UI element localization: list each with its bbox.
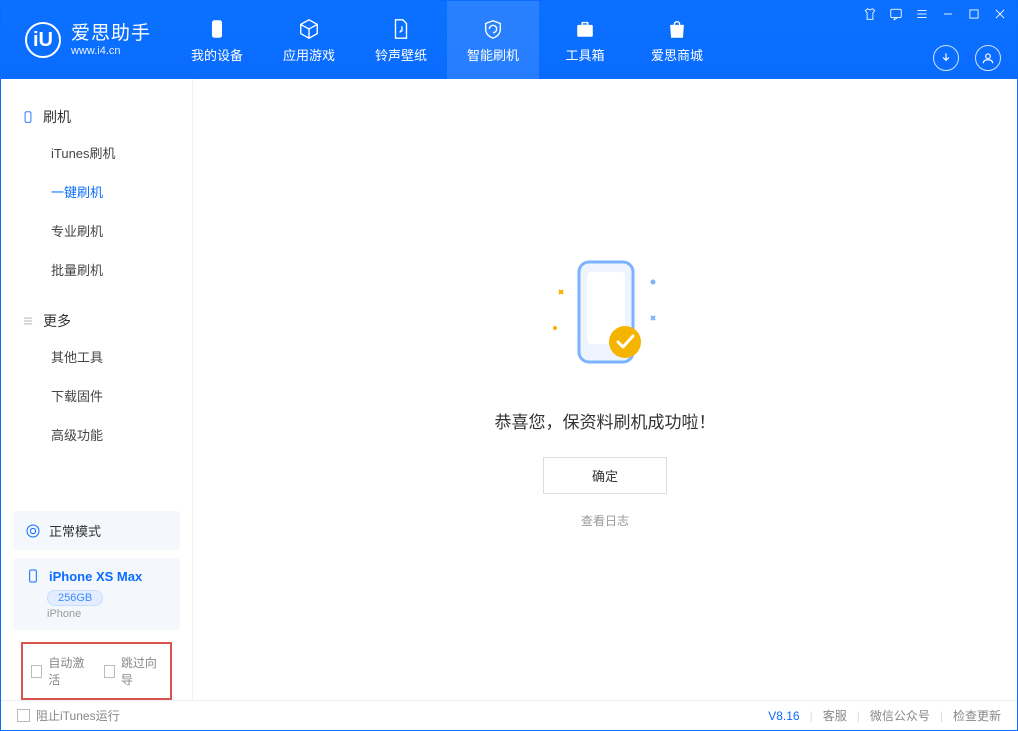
main-content: 恭喜您，保资料刷机成功啦！ 确定 查看日志 <box>193 79 1017 700</box>
view-log-link[interactable]: 查看日志 <box>581 512 629 529</box>
sidebar-item-pro-flash[interactable]: 专业刷机 <box>1 211 192 250</box>
device-type: iPhone <box>47 608 168 620</box>
maximize-icon[interactable] <box>967 7 981 21</box>
menu-icon[interactable] <box>915 7 929 21</box>
checkbox-label: 跳过向导 <box>121 654 162 688</box>
sidebar: 刷机 iTunes刷机 一键刷机 专业刷机 批量刷机 更多 其他工具 下载固件 … <box>1 79 193 700</box>
sidebar-item-download-firmware[interactable]: 下载固件 <box>1 376 192 415</box>
app-name: 爱思助手 <box>71 23 151 45</box>
shopping-bag-icon <box>665 17 689 41</box>
body: 刷机 iTunes刷机 一键刷机 专业刷机 批量刷机 更多 其他工具 下载固件 … <box>1 79 1017 700</box>
sidebar-item-other-tools[interactable]: 其他工具 <box>1 337 192 376</box>
wechat-link[interactable]: 微信公众号 <box>870 707 930 724</box>
tab-ringtone-wallpaper[interactable]: 铃声壁纸 <box>355 1 447 79</box>
sync-icon <box>25 523 41 539</box>
sidebar-item-advanced[interactable]: 高级功能 <box>1 415 192 454</box>
tab-label: 铃声壁纸 <box>375 45 427 64</box>
version-label: V8.16 <box>768 709 799 723</box>
support-link[interactable]: 客服 <box>823 707 847 724</box>
device-name: iPhone XS Max <box>49 569 142 584</box>
tab-apps-games[interactable]: 应用游戏 <box>263 1 355 79</box>
tab-label: 智能刷机 <box>467 45 519 64</box>
tab-smart-flash[interactable]: 智能刷机 <box>447 1 539 79</box>
success-message: 恭喜您，保资料刷机成功啦！ <box>495 408 716 433</box>
window-controls <box>863 7 1007 21</box>
statusbar: 阻止iTunes运行 V8.16 | 客服 | 微信公众号 | 检查更新 <box>1 700 1017 730</box>
tab-toolbox[interactable]: 工具箱 <box>539 1 631 79</box>
app-logo-icon: iU <box>25 22 61 58</box>
music-file-icon <box>389 17 413 41</box>
ok-button[interactable]: 确定 <box>543 457 667 494</box>
tab-my-device[interactable]: 我的设备 <box>171 1 263 79</box>
refresh-shield-icon <box>481 17 505 41</box>
options-box: 自动激活 跳过向导 <box>21 642 172 700</box>
tab-i4-store[interactable]: 爱思商城 <box>631 1 723 79</box>
app-url: www.i4.cn <box>71 45 151 58</box>
sidebar-group-flash: 刷机 iTunes刷机 一键刷机 专业刷机 批量刷机 <box>1 93 192 297</box>
header-actions <box>933 45 1001 71</box>
sidebar-item-batch-flash[interactable]: 批量刷机 <box>1 250 192 289</box>
phone-icon <box>205 17 229 41</box>
tab-label: 爱思商城 <box>651 45 703 64</box>
checkbox-label: 自动激活 <box>48 654 89 688</box>
sidebar-item-oneclick-flash[interactable]: 一键刷机 <box>1 172 192 211</box>
group-title: 刷机 <box>43 107 71 127</box>
toolbox-icon <box>573 17 597 41</box>
download-button[interactable] <box>933 45 959 71</box>
tab-label: 工具箱 <box>566 45 605 64</box>
device-icon <box>21 110 35 124</box>
list-icon <box>21 314 35 328</box>
sidebar-item-itunes-flash[interactable]: iTunes刷机 <box>1 133 192 172</box>
checkbox-icon <box>17 709 30 722</box>
skin-icon[interactable] <box>863 7 877 21</box>
close-icon[interactable] <box>993 7 1007 21</box>
checkbox-label: 阻止iTunes运行 <box>36 707 120 724</box>
checkbox-icon <box>31 665 42 678</box>
storage-pill: 256GB <box>47 590 103 606</box>
checkbox-auto-activate[interactable]: 自动激活 <box>31 654 90 688</box>
minimize-icon[interactable] <box>941 7 955 21</box>
cube-icon <box>297 17 321 41</box>
check-update-link[interactable]: 检查更新 <box>953 707 1001 724</box>
sidebar-bottom: 正常模式 iPhone XS Max 256GB iPhone 自动激活 <box>1 501 192 700</box>
phone-small-icon <box>25 568 41 584</box>
group-title: 更多 <box>43 311 71 331</box>
titlebar: iU 爱思助手 www.i4.cn 我的设备 应用游戏 铃声壁纸 智能刷机 <box>1 1 1017 79</box>
app-window: iU 爱思助手 www.i4.cn 我的设备 应用游戏 铃声壁纸 智能刷机 <box>0 0 1018 731</box>
mode-card[interactable]: 正常模式 <box>13 511 180 550</box>
success-illustration <box>525 250 685 390</box>
mode-label: 正常模式 <box>49 521 101 540</box>
checkbox-block-itunes[interactable]: 阻止iTunes运行 <box>17 707 120 724</box>
nav-tabs: 我的设备 应用游戏 铃声壁纸 智能刷机 工具箱 爱思商城 <box>171 1 723 79</box>
checkbox-skip-guide[interactable]: 跳过向导 <box>104 654 163 688</box>
tab-label: 应用游戏 <box>283 45 335 64</box>
sidebar-group-more: 更多 其他工具 下载固件 高级功能 <box>1 297 192 462</box>
user-button[interactable] <box>975 45 1001 71</box>
checkbox-icon <box>104 665 115 678</box>
feedback-icon[interactable] <box>889 7 903 21</box>
device-card[interactable]: iPhone XS Max 256GB iPhone <box>13 558 180 630</box>
tab-label: 我的设备 <box>191 45 243 64</box>
logo-area: iU 爱思助手 www.i4.cn <box>1 1 171 79</box>
